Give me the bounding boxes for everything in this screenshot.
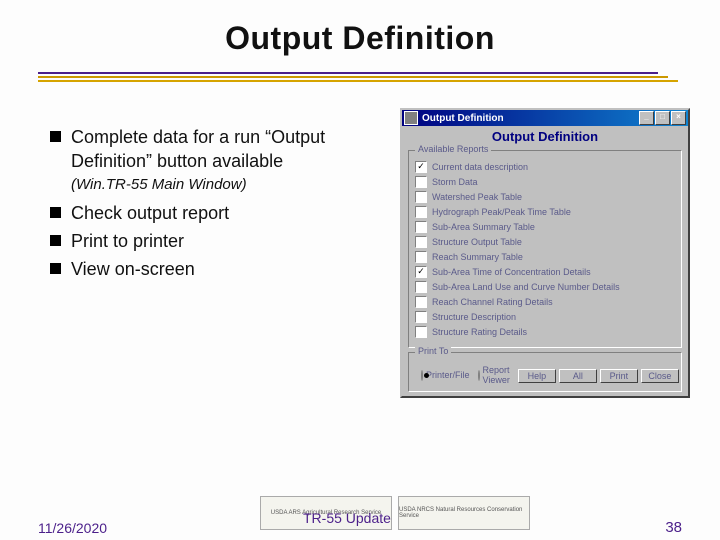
checkbox-label: Watershed Peak Table [432, 192, 522, 202]
bullet-marker [50, 263, 61, 274]
checkbox-label: Structure Output Table [432, 237, 522, 247]
checkbox-label: Hydrograph Peak/Peak Time Table [432, 207, 571, 217]
group-label: Print To [415, 346, 451, 356]
checkbox[interactable] [415, 296, 427, 308]
report-checkbox-row[interactable]: Structure Description [415, 311, 675, 323]
title-underline [38, 72, 678, 84]
checkbox-label: Storm Data [432, 177, 478, 187]
bullet-list: Complete data for a run “Output Definiti… [50, 125, 370, 285]
report-checkbox-row[interactable]: Structure Output Table [415, 236, 675, 248]
report-checkbox-row[interactable]: Storm Data [415, 176, 675, 188]
checkbox-label: Structure Description [432, 312, 516, 322]
dialog-titlebar: Output Definition _ □ × [402, 110, 688, 126]
report-checkbox-row[interactable]: Sub-Area Summary Table [415, 221, 675, 233]
print-button[interactable]: Print [600, 369, 638, 383]
checkbox[interactable] [415, 311, 427, 323]
bullet-text: Check output report [71, 201, 229, 225]
report-checkbox-row[interactable]: Watershed Peak Table [415, 191, 675, 203]
bullet-marker [50, 235, 61, 246]
bullet-item: Complete data for a run “Output Definiti… [50, 125, 370, 174]
report-checkbox-row[interactable]: Hydrograph Peak/Peak Time Table [415, 206, 675, 218]
bullet-subtext: (Win.TR-55 Main Window) [71, 176, 370, 193]
slide-title: Output Definition [0, 20, 720, 57]
checkbox[interactable] [415, 221, 427, 233]
bullet-item: View on-screen [50, 257, 370, 281]
checkbox-label: Sub-Area Time of Concentration Details [432, 267, 591, 277]
page-number: 38 [665, 519, 682, 536]
checkbox-label: Current data description [432, 162, 528, 172]
bullet-item: Check output report [50, 201, 370, 225]
bullet-text: Print to printer [71, 229, 184, 253]
bullet-marker [50, 207, 61, 218]
help-button[interactable]: Help [518, 369, 556, 383]
report-checkbox-row[interactable]: Structure Rating Details [415, 326, 675, 338]
group-label: Available Reports [415, 144, 491, 154]
available-reports-group: Available Reports ✓Current data descript… [408, 150, 682, 348]
checkbox[interactable] [415, 281, 427, 293]
checkbox[interactable]: ✓ [415, 161, 427, 173]
close-button[interactable]: × [671, 111, 686, 125]
radio-label: Printer/File [426, 370, 470, 380]
bullet-marker [50, 131, 61, 142]
checkbox-label: Sub-Area Summary Table [432, 222, 535, 232]
report-checkbox-row[interactable]: Reach Channel Rating Details [415, 296, 675, 308]
checkbox-label: Structure Rating Details [432, 327, 527, 337]
app-icon [404, 111, 418, 125]
bullet-item: Print to printer [50, 229, 370, 253]
checkbox-label: Sub-Area Land Use and Curve Number Detai… [432, 282, 620, 292]
report-checkbox-row[interactable]: Reach Summary Table [415, 251, 675, 263]
bullet-text: Complete data for a run “Output Definiti… [71, 125, 370, 174]
radio-label: Report Viewer [483, 365, 510, 385]
footer-logos: USDA ARS Agricultural Research Service U… [260, 496, 530, 530]
minimize-button[interactable]: _ [639, 111, 654, 125]
report-checkbox-row[interactable]: ✓ Sub-Area Time of Concentration Details [415, 266, 675, 278]
checkbox[interactable] [415, 176, 427, 188]
output-definition-dialog: Output Definition _ □ × Output Definitio… [400, 108, 690, 398]
dialog-title: Output Definition [422, 113, 504, 124]
checkbox[interactable] [415, 191, 427, 203]
report-checkbox-row[interactable]: ✓ Current data description [415, 161, 675, 173]
checkbox-label: Reach Summary Table [432, 252, 523, 262]
radio[interactable] [421, 370, 423, 381]
all-button[interactable]: All [559, 369, 597, 383]
bullet-text: View on-screen [71, 257, 195, 281]
logo-usda-nrcs: USDA NRCS Natural Resources Conservation… [398, 496, 530, 530]
print-to-group: Print To Printer/FileReport ViewerHelpAl… [408, 352, 682, 392]
checkbox[interactable] [415, 236, 427, 248]
report-checkbox-row[interactable]: Sub-Area Land Use and Curve Number Detai… [415, 281, 675, 293]
radio[interactable] [478, 370, 480, 381]
maximize-button[interactable]: □ [655, 111, 670, 125]
checkbox[interactable] [415, 206, 427, 218]
close-button[interactable]: Close [641, 369, 679, 383]
checkbox[interactable] [415, 251, 427, 263]
footer-center-text: TR-55 Update [303, 510, 391, 526]
checkbox-label: Reach Channel Rating Details [432, 297, 553, 307]
checkbox[interactable] [415, 326, 427, 338]
footer-date: 11/26/2020 [38, 520, 107, 536]
checkbox[interactable]: ✓ [415, 266, 427, 278]
